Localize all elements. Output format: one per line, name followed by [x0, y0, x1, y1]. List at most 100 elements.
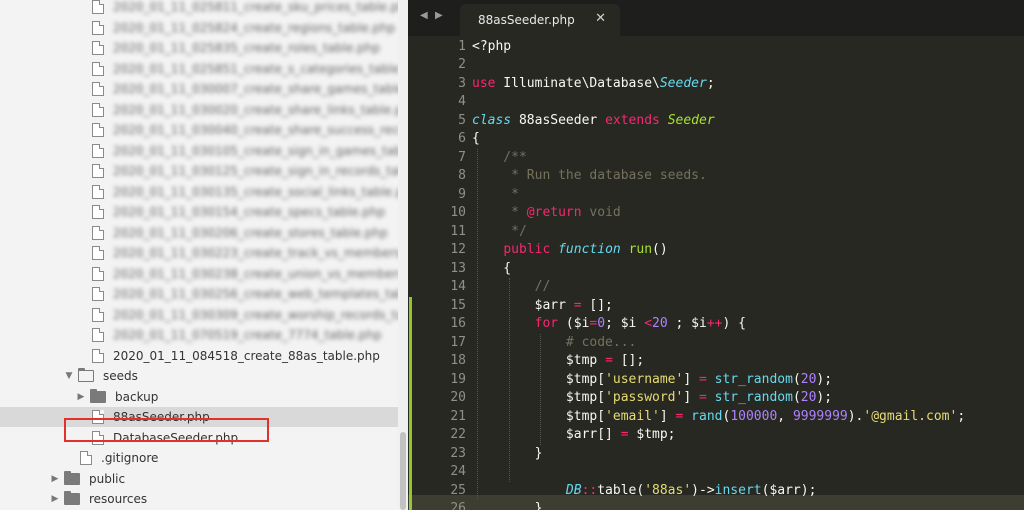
code-line[interactable]: * @return void [472, 204, 621, 223]
close-icon[interactable]: ✕ [595, 11, 606, 26]
code-area[interactable]: <?php use Illuminate\Database\Seeder; clas… [472, 36, 1024, 510]
code-token: , [777, 408, 793, 424]
tree-file-migration[interactable]: 2020_01_11_025835_create_roles_table.php [0, 38, 398, 58]
code-token: []; [612, 353, 645, 368]
line-number: 7 [458, 149, 466, 165]
tab-88asseeder[interactable]: 88asSeeder.php ✕ [460, 4, 620, 36]
tree-file-migration[interactable]: 2020_01_11_030125_create_sign_in_records… [0, 161, 408, 181]
line-number: 13 [450, 260, 466, 276]
code-token: } [472, 445, 543, 461]
tree-folder-seeds[interactable]: ▼ seeds [0, 366, 398, 386]
chevron-right-icon[interactable]: ▶ [50, 474, 60, 484]
modified-line-marker [409, 444, 412, 463]
tree-file-migration-88as[interactable]: 2020_01_11_084518_create_88as_table.php [0, 346, 398, 366]
code-token: * [472, 205, 527, 220]
line-number: 26 [450, 501, 466, 510]
line-number: 14 [450, 279, 466, 294]
tree-file-migration[interactable]: 2020_01_11_030256_create_web_templates_t… [0, 284, 408, 304]
chevron-down-icon[interactable]: ▼ [64, 371, 74, 381]
tree-file-migration[interactable]: 2020_01_11_030135_create_social_links_ta… [0, 182, 408, 202]
code-line[interactable]: use Illuminate\Database\Seeder; [472, 75, 715, 94]
tab-nav-right-icon[interactable]: ▶ [435, 10, 443, 21]
tree-folder-backup[interactable]: ▶ backup [0, 387, 398, 407]
sidebar-scrollbar-thumb[interactable] [400, 432, 406, 510]
modified-line-marker [409, 315, 412, 334]
code-token: # code... [472, 334, 637, 350]
file-icon [92, 246, 104, 260]
line-number: 16 [450, 316, 466, 331]
file-icon [92, 184, 104, 199]
tree-file-migration[interactable]: 2020_01_11_030223_create_track_vs_member… [0, 243, 408, 263]
tree-file-migration[interactable]: 2020_01_11_030020_create_share_links_tab… [0, 100, 408, 120]
tree-file-migration[interactable]: 2020_01_11_030206_create_stores_table.ph… [0, 223, 398, 243]
tree-folder-resources[interactable]: ▶ resources [0, 489, 398, 509]
tree-file-migration[interactable]: 2020_01_11_030309_create_worship_records… [0, 305, 408, 325]
code-line[interactable]: } [472, 445, 543, 464]
code-line[interactable]: $tmp['email'] = rand(100000, 9999999).'@… [472, 408, 965, 427]
code-line[interactable]: class 88asSeeder extends Seeder [472, 112, 715, 131]
code-token: 'password' [605, 390, 684, 405]
code-token: // [472, 279, 551, 294]
code-line[interactable]: $tmp['username'] = str_random(20); [472, 371, 832, 390]
tree-file-migration[interactable]: 2020_01_11_025851_create_s_categories_ta… [0, 59, 408, 79]
indent-guide [508, 278, 510, 482]
tree-item-label: 2020_01_11_030135_create_social_links_ta… [113, 184, 408, 199]
tree-file-migration[interactable]: 2020_01_11_070519_create_7774_table.php [0, 325, 398, 345]
code-line[interactable]: # code... [472, 334, 636, 353]
file-icon [92, 225, 104, 240]
tree-file-migration[interactable]: 2020_01_11_030105_create_sign_in_games_t… [0, 141, 408, 161]
line-number: 12 [450, 242, 466, 257]
sidebar-scrollbar[interactable] [398, 0, 408, 510]
tree-item-label: 2020_01_11_030206_create_stores_table.ph… [113, 225, 388, 240]
tree-file-migration[interactable]: 2020_01_11_025824_create_regions_table.p… [0, 18, 398, 38]
code-line[interactable]: for ($i=0; $i <20 ; $i++) { [472, 315, 746, 334]
code-line[interactable]: * Run the database seeds. [472, 167, 707, 186]
tree-file-migration[interactable]: 2020_01_11_025811_create_sku_prices_tabl… [0, 0, 408, 17]
code-line[interactable]: */ [472, 223, 527, 242]
code-token: use [472, 75, 496, 91]
chevron-right-icon[interactable]: ▶ [50, 494, 60, 504]
code-token: table( [597, 482, 645, 498]
code-line[interactable]: $arr[] = $tmp; [472, 426, 676, 445]
tree-file-gitignore[interactable]: .gitignore [0, 448, 398, 468]
tree-file-migration[interactable]: 2020_01_11_030007_create_share_games_tab… [0, 79, 408, 99]
code-token: 20 [800, 390, 817, 405]
file-icon [92, 123, 104, 137]
line-number: 20 [450, 390, 466, 405]
folder-icon [77, 367, 94, 382]
tab-nav-left-icon[interactable]: ◀ [420, 10, 428, 21]
code-line[interactable]: } [472, 500, 543, 510]
code-token: = [573, 297, 582, 313]
file-icon [92, 164, 104, 178]
chevron-right-icon[interactable]: ▶ [76, 392, 86, 402]
code-line[interactable]: { [472, 130, 480, 149]
folder-icon [64, 470, 80, 485]
code-line[interactable]: /** [472, 149, 527, 168]
code-line[interactable]: $tmp = []; [472, 352, 644, 371]
tree-folder-public[interactable]: ▶ public [0, 469, 398, 489]
code-token: = [620, 427, 629, 442]
tree-item-label: 2020_01_11_025851_create_s_categories_ta… [113, 61, 408, 76]
code-line[interactable]: * [472, 186, 519, 205]
modified-line-marker [409, 333, 412, 352]
code-line[interactable]: $tmp['password'] = str_random(20); [472, 389, 832, 408]
code-line[interactable]: // [472, 278, 551, 297]
code-token: Illuminate\Database\ [495, 75, 660, 91]
tree-item-label: 2020_01_11_030223_create_track_vs_member… [113, 246, 408, 260]
code-line[interactable]: <?php [472, 38, 511, 57]
code-token: ( [792, 390, 801, 405]
tree-file-migration[interactable]: 2020_01_11_030238_create_union_vs_member… [0, 264, 408, 284]
code-token: <?php [472, 38, 512, 54]
tree-file-migration[interactable]: 2020_01_11_030040_create_share_success_r… [0, 120, 408, 140]
code-line[interactable]: public function run() [472, 241, 667, 260]
code-line[interactable]: $arr = []; [472, 297, 613, 316]
tree-file-migration[interactable]: 2020_01_11_030154_create_specs_table.php [0, 202, 398, 222]
modified-line-marker [409, 407, 412, 426]
code-line[interactable]: DB::table('88as')->insert($arr); [472, 482, 817, 501]
tree-item-label: 2020_01_11_030020_create_share_links_tab… [113, 102, 408, 117]
